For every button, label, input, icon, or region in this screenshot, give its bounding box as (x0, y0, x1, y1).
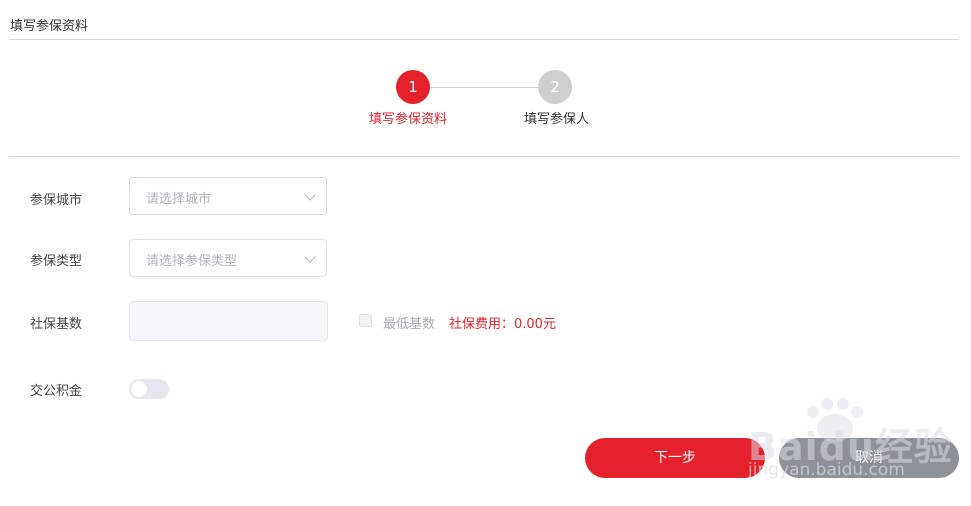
step-connector-line (430, 87, 538, 88)
insurance-type-select[interactable]: 请选择参保类型 (129, 239, 327, 277)
base-input[interactable] (129, 301, 328, 341)
housing-fund-toggle[interactable] (129, 379, 169, 399)
step-1-label: 填写参保资料 (369, 112, 448, 127)
section-divider (9, 156, 959, 157)
chevron-down-icon (304, 189, 316, 201)
social-security-fee: 社保费用：0.00元 (449, 317, 556, 332)
insurance-type-label: 参保类型 (30, 254, 83, 269)
step-1-circle: 1 (396, 70, 430, 104)
housing-fund-label: 交公积金 (30, 384, 83, 399)
insurance-type-select-placeholder: 请选择参保类型 (146, 254, 238, 269)
min-base-checkbox[interactable] (359, 314, 372, 327)
base-label: 社保基数 (30, 317, 83, 332)
header-divider (9, 39, 959, 40)
city-select[interactable]: 请选择城市 (129, 177, 327, 215)
chevron-down-icon (304, 251, 316, 263)
next-button[interactable]: 下一步 (585, 438, 765, 478)
city-select-placeholder: 请选择城市 (146, 192, 212, 207)
min-base-label[interactable]: 最低基数 (383, 313, 435, 332)
watermark-url: jingyan.baidu.com (748, 460, 905, 480)
page-title: 填写参保资料 (10, 19, 89, 34)
step-2-circle: 2 (538, 70, 572, 104)
step-2-label: 填写参保人 (524, 112, 590, 127)
city-label: 参保城市 (30, 193, 83, 208)
toggle-knob (131, 381, 147, 397)
